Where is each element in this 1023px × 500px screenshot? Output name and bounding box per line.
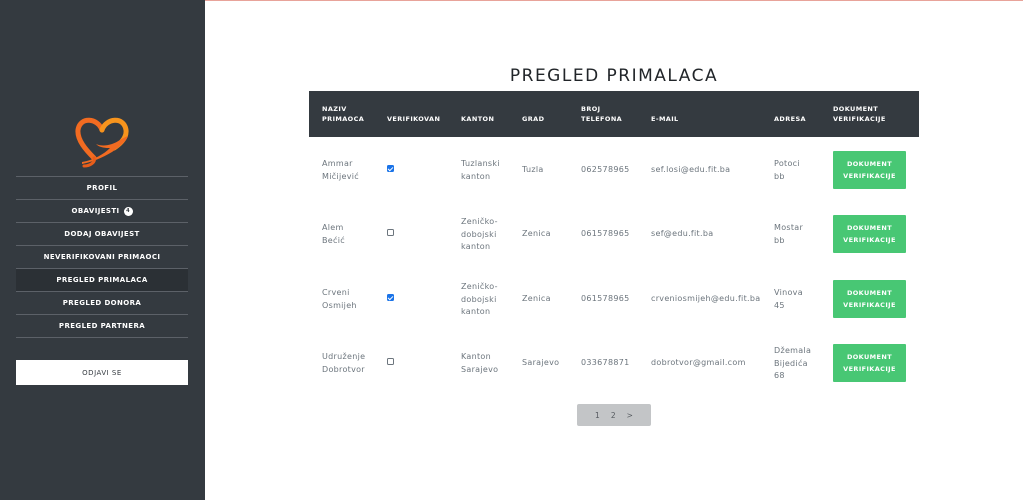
heart-hand-icon: [75, 117, 129, 168]
table-header: NAZIV PRIMAOCA VERIFIKOVAN KANTON GRAD BR…: [309, 91, 919, 137]
canton-cell: Zeničko-dobojski kanton: [461, 217, 498, 251]
sidebar-item-label: PREGLED PARTNERA: [58, 322, 146, 330]
page-1-link[interactable]: 1: [595, 411, 600, 420]
column-header-adresa: ADRESA: [774, 115, 806, 123]
table-row: Crveni Osmijeh Zeničko-dobojski kanton Zen…: [309, 267, 919, 331]
email-cell: sef.losi@edu.fit.ba: [651, 165, 731, 174]
city-cell: Zenica: [522, 229, 551, 238]
column-header-grad: GRAD: [522, 115, 545, 123]
canton-cell: Tuzlanski kanton: [461, 159, 500, 181]
recipient-name: Crveni Osmijeh: [322, 288, 357, 310]
logout-button[interactable]: ODJAVI SE: [16, 360, 188, 385]
sidebar-item-label: PREGLED PRIMALACA: [56, 276, 148, 284]
phone-cell: 033678871: [581, 358, 630, 367]
address-cell: Vinova 45: [774, 288, 803, 310]
address-cell: Mostar bb: [774, 223, 804, 245]
sidebar-item-obavijesti[interactable]: OBAVIJESTI 4: [16, 200, 188, 223]
verified-checkbox[interactable]: [387, 229, 394, 236]
page-title: PREGLED PRIMALACA: [509, 66, 719, 86]
top-border: [205, 0, 1023, 1]
sidebar-item-profil[interactable]: PROFIL: [16, 177, 188, 200]
address-cell: Potoci bb: [774, 159, 800, 181]
pagination: 1 2 >: [577, 404, 651, 426]
verification-document-button[interactable]: DOKUMENT VERIFIKACIJE: [833, 344, 906, 382]
phone-cell: 061578965: [581, 229, 630, 238]
notification-count-badge: 4: [123, 206, 133, 216]
table-row: Udruženje Dobrotvor Kanton Sarajevo Saraje…: [309, 331, 919, 395]
column-header-email: E-MAIL: [651, 115, 679, 123]
column-header-telefon: BROJ TELEFONA: [581, 105, 623, 123]
column-header-kanton: KANTON: [461, 115, 495, 123]
verified-checkbox[interactable]: [387, 358, 394, 365]
sidebar-item-label: OBAVIJESTI: [71, 207, 120, 215]
sidebar-item-label: PREGLED DONORA: [62, 299, 142, 307]
sidebar-item-label: NEVERIFIKOVANI PRIMAOCI: [43, 253, 161, 261]
email-cell: crveniosmijeh@edu.fit.ba: [651, 294, 761, 303]
sidebar-item-pregled-donora[interactable]: PREGLED DONORA: [16, 292, 188, 315]
table-row: Ammar Mičijević Tuzlanski kanton Tuzla 062…: [309, 138, 919, 202]
sidebar-item-label: PROFIL: [86, 184, 118, 192]
sidebar-item-label: DODAJ OBAVIJEST: [64, 230, 140, 238]
phone-cell: 061578965: [581, 294, 630, 303]
sidebar-item-dodaj-obavijest[interactable]: DODAJ OBAVIJEST: [16, 223, 188, 246]
column-header-verifikovan: VERIFIKOVAN: [387, 115, 441, 123]
verification-document-button[interactable]: DOKUMENT VERIFIKACIJE: [833, 151, 906, 189]
page-2-link[interactable]: 2: [611, 411, 616, 420]
sidebar-item-neverifikovani-primaoci[interactable]: NEVERIFIKOVANI PRIMAOCI: [16, 246, 188, 269]
table-row: Alem Bećić Zeničko-dobojski kanton Zenica …: [309, 202, 919, 266]
verified-checkbox[interactable]: [387, 294, 394, 301]
column-header-dokument: DOKUMENT VERIFIKACIJE: [833, 105, 886, 123]
recipient-name: Udruženje Dobrotvor: [322, 352, 366, 374]
email-cell: dobrotvor@gmail.com: [651, 358, 746, 367]
phone-cell: 062578965: [581, 165, 630, 174]
recipient-name: Alem Bećić: [322, 223, 345, 245]
sidebar-item-pregled-primalaca[interactable]: PREGLED PRIMALACA: [16, 269, 188, 292]
verification-document-button[interactable]: DOKUMENT VERIFIKACIJE: [833, 215, 906, 253]
city-cell: Tuzla: [522, 165, 544, 174]
sidebar: PROFIL OBAVIJESTI 4 DODAJ OBAVIJEST NEVER…: [0, 0, 205, 500]
verified-checkbox[interactable]: [387, 165, 394, 172]
city-cell: Sarajevo: [522, 358, 560, 367]
address-cell: Džemala Bijedića 68: [774, 346, 812, 380]
verification-document-button[interactable]: DOKUMENT VERIFIKACIJE: [833, 280, 906, 318]
sidebar-nav: PROFIL OBAVIJESTI 4 DODAJ OBAVIJEST NEVER…: [16, 176, 188, 338]
canton-cell: Zeničko-dobojski kanton: [461, 282, 498, 316]
column-header-naziv: NAZIV PRIMAOCA: [322, 105, 365, 123]
canton-cell: Kanton Sarajevo: [461, 352, 499, 374]
next-page-link[interactable]: >: [627, 411, 633, 420]
city-cell: Zenica: [522, 294, 551, 303]
sidebar-item-pregled-partnera[interactable]: PREGLED PARTNERA: [16, 315, 188, 338]
recipient-name: Ammar Mičijević: [322, 159, 359, 181]
email-cell: sef@edu.fit.ba: [651, 229, 714, 238]
